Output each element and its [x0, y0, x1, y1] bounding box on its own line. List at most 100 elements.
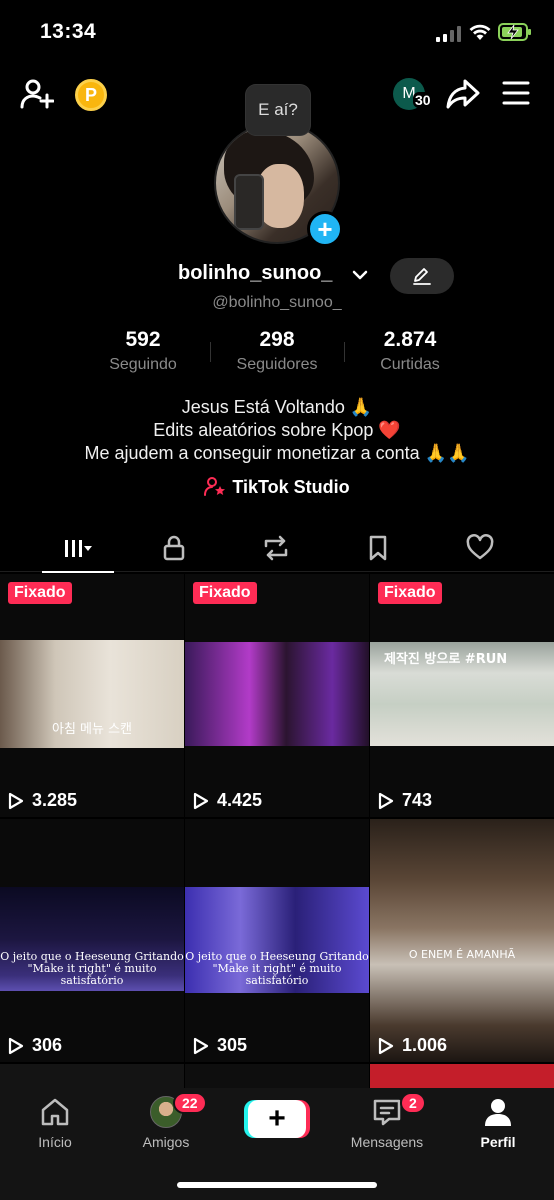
- messages-badge: 2: [400, 1092, 426, 1114]
- play-icon: [378, 792, 394, 809]
- username[interactable]: bolinho_sunoo_: [178, 262, 332, 285]
- nav-home-label: Início: [38, 1134, 72, 1150]
- view-count: 306: [8, 1035, 62, 1056]
- stat-value: 592: [125, 328, 161, 351]
- video-tile[interactable]: 제작진 방으로 #RUN Fixado 743: [370, 574, 554, 817]
- tab-videos[interactable]: [28, 524, 128, 573]
- coin-icon[interactable]: P: [75, 79, 107, 111]
- tab-liked[interactable]: [430, 524, 530, 572]
- add-photo-button[interactable]: +: [307, 211, 343, 247]
- plus-icon: +: [268, 1102, 286, 1135]
- view-count-value: 3.285: [32, 790, 78, 810]
- view-count: 3.285: [8, 790, 77, 811]
- messages-icon: [373, 1099, 401, 1126]
- pinned-badge: Fixado: [8, 582, 72, 604]
- stat-label: Seguidores: [236, 356, 318, 373]
- nav-profile[interactable]: Perfil: [443, 1096, 553, 1150]
- play-icon: [378, 1037, 394, 1054]
- video-tile[interactable]: [370, 1064, 554, 1088]
- status-bar: 13:34: [0, 0, 554, 66]
- bookmark-icon: [369, 535, 387, 561]
- video-thumbnail: 아침 메뉴 스캔: [0, 640, 184, 748]
- play-icon: [193, 792, 209, 809]
- tab-reposts[interactable]: [226, 524, 326, 572]
- video-tile[interactable]: O ENEM É AMANHÃ 1.006: [370, 819, 554, 1062]
- share-icon[interactable]: [446, 78, 480, 110]
- stat-value: 2.874: [383, 328, 437, 351]
- nav-messages[interactable]: Mensagens 2: [332, 1092, 442, 1150]
- tiktok-studio-link[interactable]: TikTok Studio: [0, 476, 554, 498]
- view-count: 305: [193, 1035, 247, 1056]
- friends-badge: 22: [173, 1092, 207, 1114]
- profile-stats: 592 Seguindo 298 Seguidores 2.874 Curtid…: [0, 328, 554, 378]
- video-tile[interactable]: Fixado 4.425: [185, 574, 369, 817]
- menu-icon[interactable]: [502, 80, 530, 106]
- nav-friends[interactable]: Amigos 22: [111, 1092, 221, 1150]
- edit-profile-button[interactable]: [390, 258, 454, 294]
- username-row: bolinho_sunoo_: [0, 258, 554, 294]
- content-tabs: [0, 524, 554, 573]
- bio-line: Me ajudem a conseguir monetizar a conta …: [84, 443, 470, 463]
- nav-profile-label: Perfil: [480, 1134, 516, 1150]
- view-count-value: 1.006: [402, 1035, 448, 1055]
- view-count-value: 743: [402, 790, 433, 810]
- video-thumbnail: O jeito que o Heeseung Gritando "Make it…: [185, 887, 369, 993]
- studio-label: TikTok Studio: [232, 477, 350, 497]
- video-caption: 아침 메뉴 스캔: [51, 722, 133, 737]
- video-caption: O ENEM É AMANHÃ: [408, 948, 516, 961]
- video-caption: O jeito que o Heeseung Gritando "Make it…: [185, 950, 369, 987]
- bio-line: Edits aleatórios sobre Kpop ❤️: [153, 420, 401, 440]
- stat-followers[interactable]: 298 Seguidores: [212, 328, 342, 374]
- wifi-icon: [469, 24, 491, 40]
- stat-following[interactable]: 592 Seguindo: [78, 328, 208, 374]
- play-icon: [8, 792, 24, 809]
- pinned-badge: Fixado: [378, 582, 442, 604]
- pencil-icon: [413, 268, 431, 285]
- tab-saved[interactable]: [328, 524, 428, 572]
- profile-bio: Jesus Está Voltando 🙏 Edits aleatórios s…: [0, 396, 554, 465]
- stat-value: 298: [259, 328, 295, 351]
- videos-grid-icon: [65, 540, 92, 557]
- video-tile[interactable]: 아침 메뉴 스캔 Fixado 3.285: [0, 574, 184, 817]
- pinned-badge: Fixado: [193, 582, 257, 604]
- status-bubble[interactable]: E aí?: [246, 85, 310, 135]
- video-tile[interactable]: O jeito que o Heeseung Gritando "Make it…: [0, 819, 184, 1062]
- video-tile[interactable]: [0, 1064, 184, 1088]
- stat-divider: [210, 342, 211, 362]
- stat-label: Curtidas: [380, 356, 440, 373]
- video-thumbnail: O jeito que o Heeseung Gritando "Make it…: [0, 887, 184, 991]
- add-friend-icon[interactable]: [20, 78, 54, 110]
- studio-person-star-icon: [204, 477, 226, 496]
- stat-likes[interactable]: 2.874 Curtidas: [345, 328, 475, 374]
- stat-label: Seguindo: [109, 356, 177, 373]
- nav-friends-label: Amigos: [142, 1134, 190, 1150]
- heart-icon: [466, 534, 494, 560]
- bio-line: Jesus Está Voltando 🙏: [181, 397, 373, 417]
- video-caption: 제작진 방으로 #RUN: [384, 652, 508, 667]
- video-tile[interactable]: [185, 1064, 369, 1088]
- create-button[interactable]: +: [248, 1100, 306, 1138]
- view-count-value: 306: [32, 1035, 63, 1055]
- profile-handle: @bolinho_sunoo_: [212, 294, 342, 311]
- nav-home[interactable]: Início: [0, 1096, 110, 1150]
- home-indicator: [177, 1182, 377, 1188]
- view-count-value: 4.425: [217, 790, 263, 810]
- cellular-signal-icon: [436, 26, 461, 42]
- play-icon: [193, 1037, 209, 1054]
- status-time: 13:34: [40, 20, 97, 43]
- play-icon: [8, 1037, 24, 1054]
- view-count: 1.006: [378, 1035, 447, 1056]
- view-count: 743: [378, 790, 432, 811]
- battery-charging-icon: [498, 23, 531, 41]
- video-caption: O jeito que o Heeseung Gritando "Make it…: [0, 950, 184, 987]
- view-count-value: 305: [217, 1035, 248, 1055]
- chevron-down-icon[interactable]: [351, 266, 369, 284]
- tab-private[interactable]: [124, 524, 224, 572]
- video-tile[interactable]: O jeito que o Heeseung Gritando "Make it…: [185, 819, 369, 1062]
- account-count-badge: 30: [413, 92, 433, 108]
- view-count: 4.425: [193, 790, 262, 811]
- video-grid: 아침 메뉴 스캔 Fixado 3.285 Fixado 4.425 제작진 방…: [0, 574, 554, 1088]
- nav-messages-label: Mensagens: [350, 1134, 424, 1150]
- home-icon: [41, 1098, 69, 1126]
- video-thumbnail: 제작진 방으로 #RUN: [370, 642, 554, 746]
